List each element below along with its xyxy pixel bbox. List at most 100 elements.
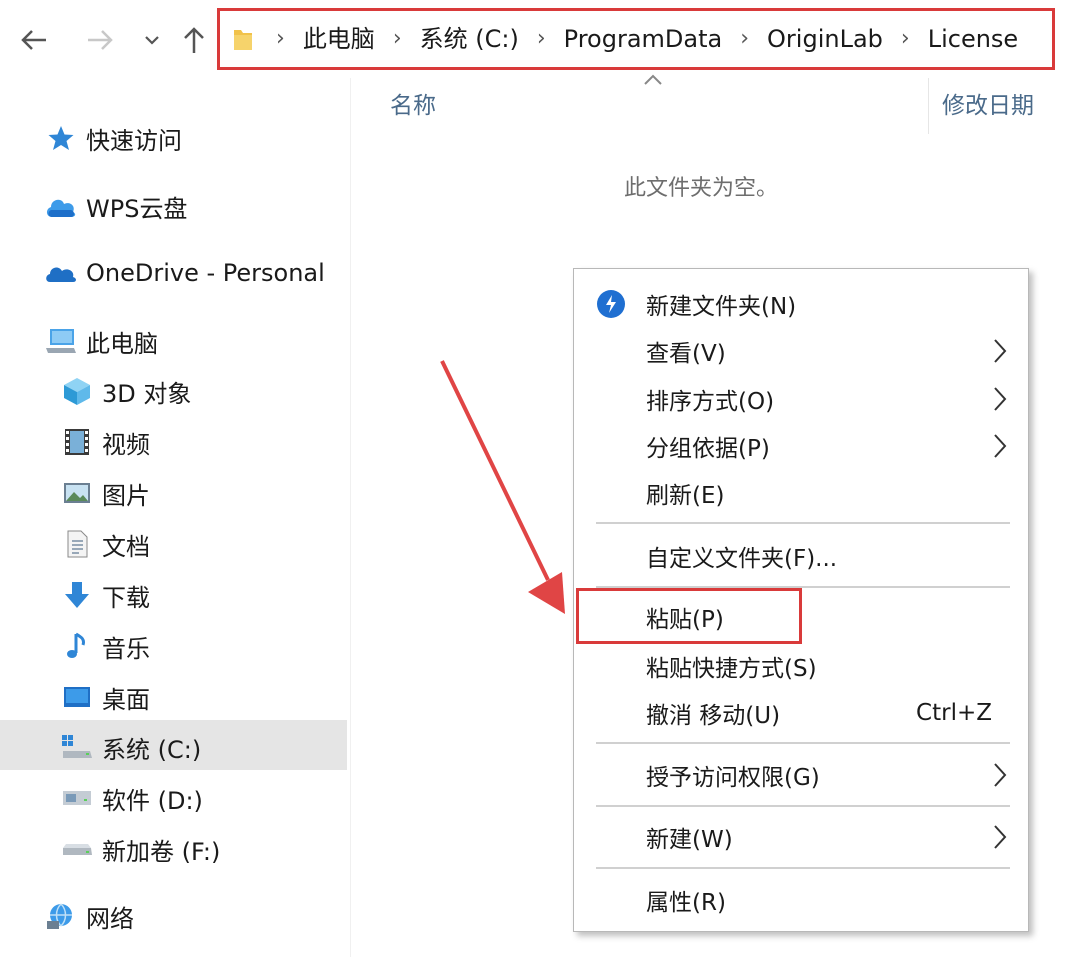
new-folder-icon xyxy=(596,289,626,323)
breadcrumb-item-this-pc[interactable]: 此电脑 xyxy=(303,27,375,51)
recent-locations-button[interactable] xyxy=(132,18,172,62)
paste-highlight-box xyxy=(576,588,802,644)
menu-separator xyxy=(596,742,1010,744)
sidebar-item-label: 图片 xyxy=(102,481,150,510)
sidebar-item-onedrive[interactable]: OneDrive - Personal xyxy=(44,250,325,296)
chevron-down-icon xyxy=(145,36,159,45)
sidebar-item-quick-access[interactable]: 快速访问 xyxy=(44,115,182,161)
sidebar-item-music[interactable]: 音乐 xyxy=(60,623,150,669)
menu-item-label: 新建(W) xyxy=(646,827,733,853)
download-icon xyxy=(60,578,94,612)
up-arrow-icon xyxy=(184,27,204,53)
menu-item-shortcut: Ctrl+Z xyxy=(916,700,992,726)
menu-item-label: 授予访问权限(G) xyxy=(646,765,820,791)
pane-divider xyxy=(350,78,351,957)
breadcrumb-separator: › xyxy=(740,26,750,51)
music-icon xyxy=(60,629,94,663)
drive-icon xyxy=(60,781,94,815)
sidebar-item-label: 此电脑 xyxy=(86,329,158,358)
submenu-arrow-icon xyxy=(992,385,1008,417)
menu-item-refresh[interactable]: 刷新(E) xyxy=(574,470,1028,516)
sidebar-item-desktop[interactable]: 桌面 xyxy=(60,674,150,720)
sidebar-item-network[interactable]: 网络 xyxy=(44,893,134,939)
computer-icon xyxy=(44,324,78,358)
submenu-arrow-icon xyxy=(992,432,1008,464)
menu-item-customize-folder[interactable]: 自定义文件夹(F)... xyxy=(574,533,1028,579)
menu-item-give-access[interactable]: 授予访问权限(G) xyxy=(574,752,1028,798)
sidebar-item-label: 软件 (D:) xyxy=(102,786,203,815)
back-arrow-icon xyxy=(21,30,46,50)
column-separator[interactable] xyxy=(928,78,929,134)
submenu-arrow-icon xyxy=(992,823,1008,855)
address-bar[interactable]: › 此电脑 › 系统 (C:) › ProgramData › OriginLa… xyxy=(217,8,1055,70)
menu-item-group-by[interactable]: 分组依据(P) xyxy=(574,423,1028,469)
menu-item-properties[interactable]: 属性(R) xyxy=(574,877,1028,923)
breadcrumb-separator: › xyxy=(276,26,285,51)
sidebar-item-label: 文档 xyxy=(102,532,150,561)
submenu-arrow-icon xyxy=(992,761,1008,793)
breadcrumb-item-license[interactable]: License xyxy=(928,27,1018,51)
menu-item-label: 排序方式(O) xyxy=(646,389,775,415)
breadcrumb-item-c-drive[interactable]: 系统 (C:) xyxy=(420,27,519,51)
3d-objects-icon xyxy=(60,374,94,408)
pictures-icon xyxy=(60,476,94,510)
sidebar-item-label: 音乐 xyxy=(102,634,150,663)
menu-item-label: 新建文件夹(N) xyxy=(646,294,797,320)
menu-separator xyxy=(596,867,1010,869)
sidebar-item-new-volume-f[interactable]: 新加卷 (F:) xyxy=(60,826,220,872)
menu-separator xyxy=(596,522,1010,524)
cloud-icon xyxy=(44,189,78,223)
sidebar-item-video[interactable]: 视频 xyxy=(60,419,150,465)
menu-item-undo-move[interactable]: 撤消 移动(U) Ctrl+Z xyxy=(574,690,1028,736)
menu-item-label: 分组依据(P) xyxy=(646,436,770,462)
menu-item-label: 刷新(E) xyxy=(646,483,725,509)
sidebar-item-software-d[interactable]: 软件 (D:) xyxy=(60,775,203,821)
breadcrumb-separator: › xyxy=(536,26,546,51)
sidebar-item-this-pc[interactable]: 此电脑 xyxy=(44,318,158,364)
sidebar-item-label: 3D 对象 xyxy=(102,379,192,408)
folder-icon xyxy=(232,26,254,52)
system-drive-icon xyxy=(60,730,94,764)
menu-item-paste-shortcut[interactable]: 粘贴快捷方式(S) xyxy=(574,643,1028,689)
sidebar-item-downloads[interactable]: 下载 xyxy=(60,572,150,618)
submenu-arrow-icon xyxy=(992,337,1008,369)
breadcrumb-separator: › xyxy=(900,26,910,51)
onedrive-cloud-icon xyxy=(44,256,78,290)
breadcrumb-item-originlab[interactable]: OriginLab xyxy=(767,27,883,51)
menu-item-label: 查看(V) xyxy=(646,341,726,367)
up-button[interactable] xyxy=(174,18,214,62)
sidebar-item-label: 系统 (C:) xyxy=(102,735,202,764)
sidebar-item-pictures[interactable]: 图片 xyxy=(60,470,150,516)
sidebar-item-3d-objects[interactable]: 3D 对象 xyxy=(60,368,191,414)
menu-item-new-folder[interactable]: 新建文件夹(N) xyxy=(574,281,1028,327)
sidebar-item-label: WPS云盘 xyxy=(86,194,188,223)
menu-separator xyxy=(596,805,1010,807)
column-header-name[interactable]: 名称 xyxy=(390,86,436,120)
sidebar-item-label: 快速访问 xyxy=(86,126,182,155)
navigation-pane: 快速访问 WPS云盘 OneDrive - Personal 此电脑 3D 对象… xyxy=(0,78,350,957)
context-menu: 新建文件夹(N) 查看(V) 排序方式(O) 分组依据(P) 刷新(E) 自定义… xyxy=(573,268,1029,932)
breadcrumb-item-programdata[interactable]: ProgramData xyxy=(564,27,723,51)
documents-icon xyxy=(60,527,94,561)
sidebar-item-label: 新加卷 (F:) xyxy=(102,837,221,866)
sidebar-item-label: 桌面 xyxy=(102,685,150,714)
menu-item-new[interactable]: 新建(W) xyxy=(574,814,1028,860)
star-icon xyxy=(44,121,78,155)
network-icon xyxy=(44,899,78,933)
back-button[interactable] xyxy=(14,18,54,62)
sidebar-item-documents[interactable]: 文档 xyxy=(60,521,150,567)
sidebar-item-label: 下载 xyxy=(102,583,150,612)
sort-ascending-icon xyxy=(642,72,664,91)
menu-item-label: 粘贴快捷方式(S) xyxy=(646,656,817,682)
menu-item-label: 属性(R) xyxy=(646,890,726,916)
toolbar: › 此电脑 › 系统 (C:) › ProgramData › OriginLa… xyxy=(0,0,1080,78)
column-header-date[interactable]: 修改日期 xyxy=(942,86,1034,120)
video-icon xyxy=(60,425,94,459)
sidebar-item-label: 网络 xyxy=(86,904,134,933)
forward-button[interactable] xyxy=(80,18,120,62)
menu-item-sort-by[interactable]: 排序方式(O) xyxy=(574,376,1028,422)
sidebar-item-system-c[interactable]: 系统 (C:) xyxy=(60,724,201,770)
sidebar-item-wps[interactable]: WPS云盘 xyxy=(44,183,187,229)
drive-icon xyxy=(60,832,94,866)
menu-item-view[interactable]: 查看(V) xyxy=(574,328,1028,374)
